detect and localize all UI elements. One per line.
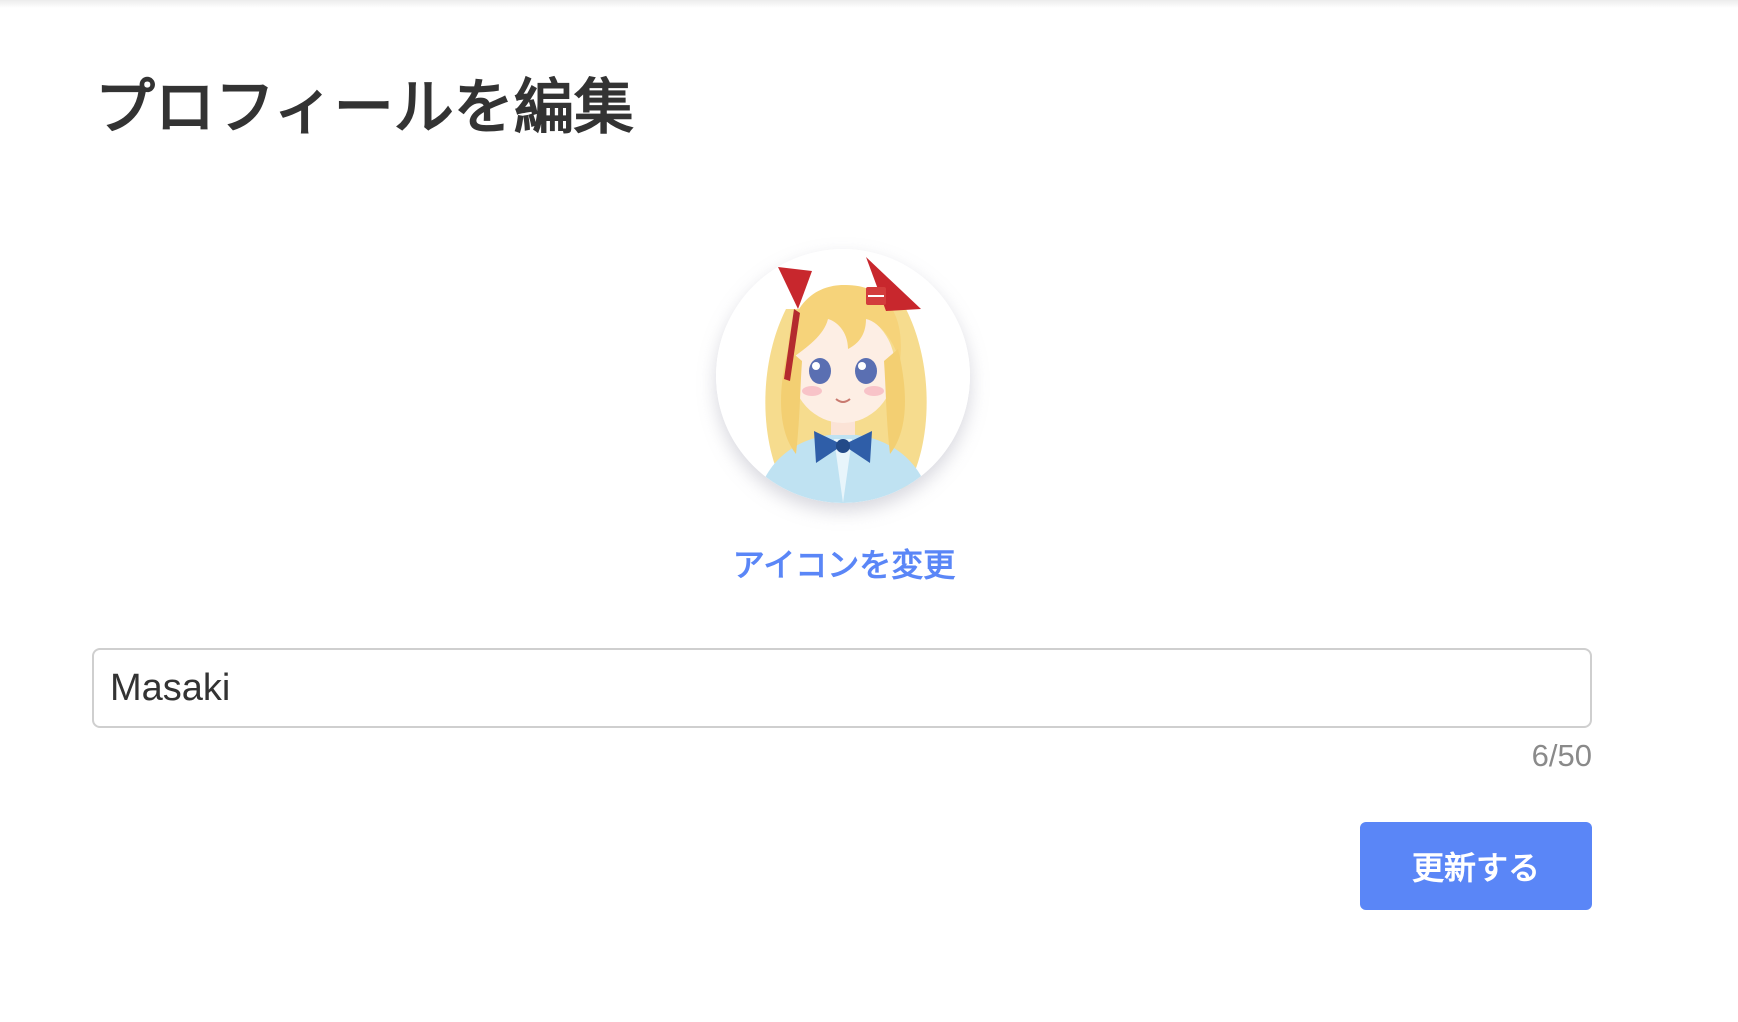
avatar — [716, 249, 970, 503]
page-title: プロフィールを編集 — [95, 73, 634, 143]
name-input[interactable] — [92, 648, 1592, 728]
avatar-illustration — [716, 249, 970, 503]
change-icon-link[interactable]: アイコンを変更 — [0, 540, 1688, 590]
character-counter: 6/50 — [1531, 738, 1592, 773]
update-button[interactable]: 更新する — [1360, 822, 1592, 910]
top-edge-shadow — [0, 0, 1738, 8]
